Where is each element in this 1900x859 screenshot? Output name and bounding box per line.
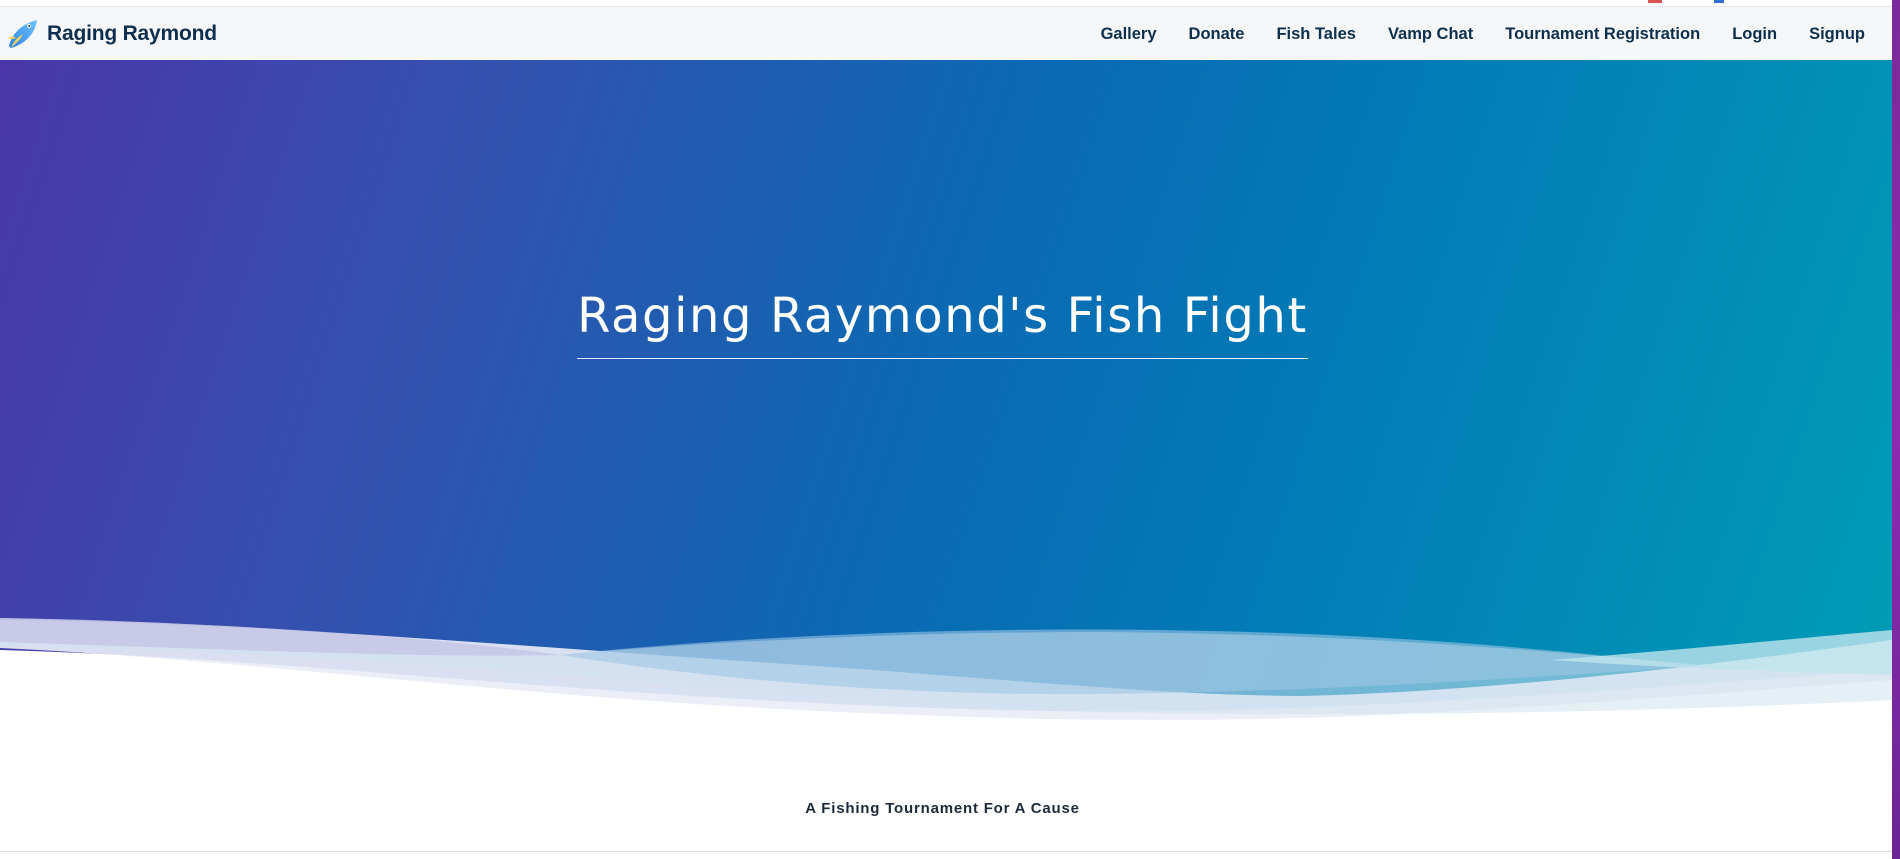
top-edge-marks [1648,0,1728,4]
brand-home-link[interactable]: Raging Raymond [5,7,217,61]
top-edge-mark [1648,0,1662,3]
hero-title: Raging Raymond's Fish Fight [577,288,1308,359]
nav-link-donate[interactable]: Donate [1189,25,1245,44]
hero-tagline: A Fishing Tournament For A Cause [805,800,1080,817]
nav-link-fish-tales[interactable]: Fish Tales [1276,25,1355,44]
hero-wave-divider [0,618,1892,750]
nav-link-vamp-chat[interactable]: Vamp Chat [1388,25,1473,44]
main-nav: Gallery Donate Fish Tales Vamp Chat Tour… [1069,7,1865,61]
window-edge-accent [1892,0,1900,859]
brand-name: Raging Raymond [47,21,217,45]
page: Raging Raymond Gallery Donate Fish Tales… [0,0,1892,859]
nav-link-tournament-registration[interactable]: Tournament Registration [1505,25,1700,44]
navbar: Raging Raymond Gallery Donate Fish Tales… [0,6,1892,60]
fish-logo-icon [8,19,37,48]
nav-link-signup[interactable]: Signup [1809,25,1865,44]
hero-title-wrap: Raging Raymond's Fish Fight [0,288,1885,359]
top-edge-mark [1714,0,1724,3]
nav-link-login[interactable]: Login [1732,25,1777,44]
nav-link-gallery[interactable]: Gallery [1101,25,1157,44]
section-divider [0,851,1892,852]
